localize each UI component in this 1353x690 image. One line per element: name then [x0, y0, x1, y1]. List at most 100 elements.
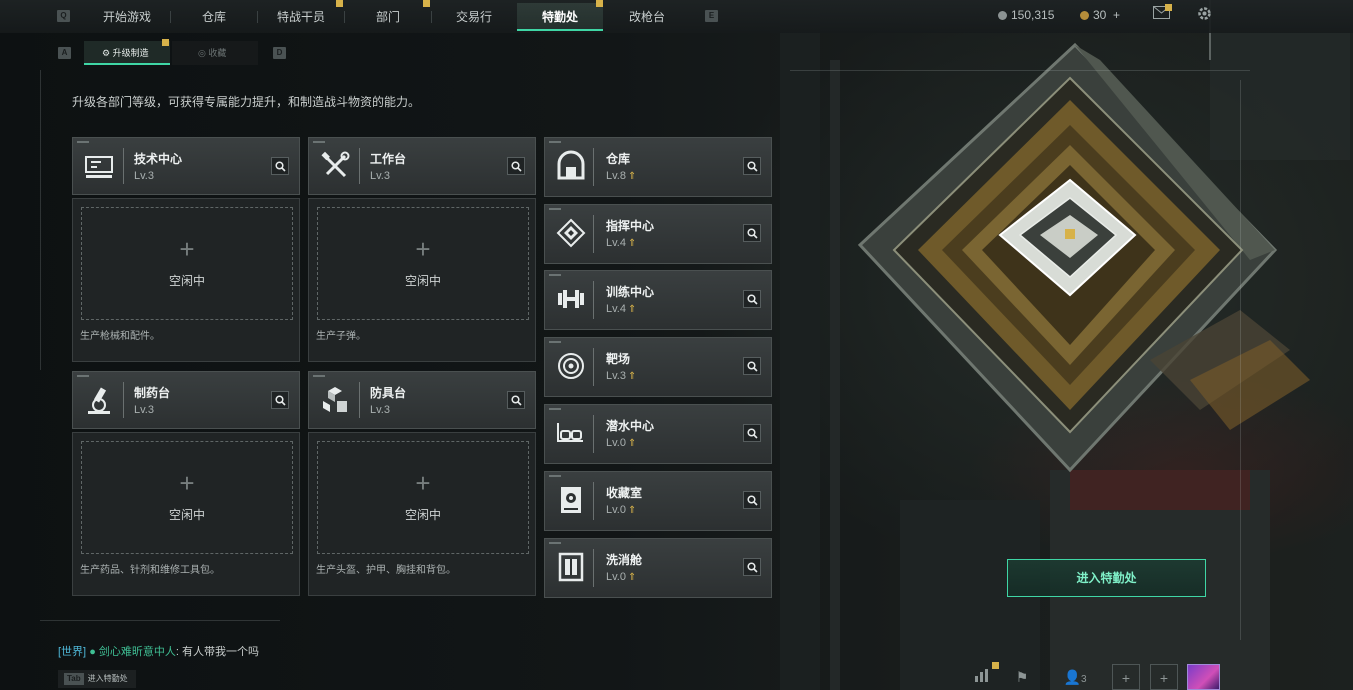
- subtab-collection-label: 收藏: [208, 48, 227, 58]
- add-icon: +: [415, 234, 431, 264]
- search-icon: [747, 428, 758, 439]
- production-slot[interactable]: + 空闲中: [81, 441, 293, 554]
- production-slot-panel: + 空闲中 生产药品、针剂和维修工具包。: [72, 432, 300, 596]
- ticket-amount: 30: [1093, 8, 1107, 22]
- add-party-slot-button[interactable]: +: [1112, 664, 1140, 690]
- tab-start-game[interactable]: 开始游戏: [84, 3, 170, 31]
- search-icon: [747, 161, 758, 172]
- department-card-workbench[interactable]: 工作台 Lv.3: [308, 137, 536, 195]
- department-card-collection-room[interactable]: 收藏室 Lv.0 ⇑: [544, 471, 772, 531]
- card-level: Lv.3: [134, 170, 154, 182]
- search-button[interactable]: [743, 424, 761, 442]
- card-title: 工作台: [370, 152, 407, 166]
- department-card-armor-bench[interactable]: 防具台 Lv.3: [308, 371, 536, 429]
- level-text: Lv.0: [606, 571, 626, 583]
- department-card-command-center[interactable]: 指挥中心 Lv.4 ⇑: [544, 204, 772, 264]
- level-text: Lv.8: [606, 170, 626, 182]
- tab-warehouse[interactable]: 仓库: [171, 3, 257, 31]
- tools-icon: [321, 151, 350, 178]
- ticket-icon: [1080, 11, 1089, 20]
- card-level: Lv.3 ⇑: [606, 370, 636, 382]
- department-card-tech-center[interactable]: 技术中心 Lv.3: [72, 137, 300, 195]
- search-button[interactable]: [743, 558, 761, 576]
- subtab-upgrade-craft-label: 升级制造: [112, 48, 149, 58]
- notification-flag: [336, 0, 343, 7]
- add-currency-button[interactable]: +: [1113, 8, 1120, 22]
- card-level: Lv.0 ⇑: [606, 571, 636, 583]
- target-icon: [558, 353, 584, 379]
- search-button[interactable]: [743, 157, 761, 175]
- search-icon: [747, 562, 758, 573]
- department-card-pharmacy[interactable]: 制药台 Lv.3: [72, 371, 300, 429]
- card-divider: [593, 348, 594, 386]
- tab-gunsmith[interactable]: 改枪台: [604, 3, 690, 31]
- search-button[interactable]: [743, 290, 761, 308]
- search-button[interactable]: [743, 491, 761, 509]
- notification-flag: [423, 0, 430, 7]
- upgrade-arrow-icon: ⇑: [627, 438, 637, 449]
- tab-hint-label: 进入特勤处: [87, 674, 128, 683]
- card-level: Lv.4 ⇑: [606, 303, 636, 315]
- friends-button[interactable]: 👤3: [1058, 664, 1092, 690]
- card-level: Lv.4 ⇑: [606, 237, 636, 249]
- card-divider: [593, 415, 594, 453]
- card-divider: [593, 148, 594, 186]
- card-corner: [549, 141, 561, 143]
- diving-mask-icon: [557, 423, 583, 442]
- search-button[interactable]: [507, 391, 525, 409]
- department-card-decon-pod[interactable]: 洗消舱 Lv.0 ⇑: [544, 538, 772, 598]
- enter-special-ops-button[interactable]: 进入特勤处: [1007, 559, 1206, 597]
- card-title: 洗消舱: [606, 553, 643, 567]
- search-button[interactable]: [271, 157, 289, 175]
- production-slot-panel: + 空闲中 生产头盔、护甲、胸挂和背包。: [308, 432, 536, 596]
- slot-status: 空闲中: [168, 274, 205, 288]
- d-key-hint: D: [273, 47, 286, 59]
- warehouse-icon: [557, 150, 585, 180]
- department-card-warehouse[interactable]: 仓库 Lv.8 ⇑: [544, 137, 772, 197]
- card-title: 训练中心: [606, 285, 655, 299]
- frame-line-left: [40, 70, 41, 370]
- card-level: Lv.0 ⇑: [606, 504, 636, 516]
- avatar[interactable]: [1187, 664, 1220, 690]
- chat-sender: 剑心难昕意中人: [98, 646, 176, 658]
- tab-special-ops[interactable]: 特勤处: [517, 3, 603, 31]
- card-corner: [77, 375, 89, 377]
- tab-trading[interactable]: 交易行: [432, 3, 516, 31]
- card-corner: [77, 141, 89, 143]
- subtab-upgrade-craft[interactable]: ⚙ 升级制造: [84, 41, 170, 65]
- tab-enter-hint[interactable]: Tab 进入特勤处: [58, 670, 136, 688]
- search-button[interactable]: [271, 391, 289, 409]
- vault-icon: [561, 487, 581, 513]
- upgrade-arrow-icon: ⇑: [627, 371, 637, 382]
- add-party-slot-button[interactable]: +: [1150, 664, 1178, 690]
- card-level: Lv.3: [370, 170, 390, 182]
- department-card-training-center[interactable]: 训练中心 Lv.4 ⇑: [544, 270, 772, 330]
- search-icon: [747, 361, 758, 372]
- production-slot[interactable]: + 空闲中: [317, 207, 529, 320]
- search-button[interactable]: [743, 224, 761, 242]
- frame-line-right: [1240, 80, 1241, 640]
- flag-icon[interactable]: ⚑: [1008, 664, 1036, 690]
- slot-description: 生产药品、针剂和维修工具包。: [80, 565, 220, 576]
- ticket-balance: 30: [1080, 8, 1106, 22]
- subtab-collection[interactable]: ◎ 收藏: [172, 41, 258, 65]
- chat-line[interactable]: [世界] ● 剑心难昕意中人: 有人带我一个吗: [58, 643, 259, 659]
- gear-icon[interactable]: [1196, 5, 1213, 26]
- search-button[interactable]: [743, 357, 761, 375]
- search-button[interactable]: [507, 157, 525, 175]
- microscope-icon: [88, 387, 110, 414]
- card-corner: [313, 375, 325, 377]
- production-slot[interactable]: + 空闲中: [81, 207, 293, 320]
- friends-icon: 👤: [1063, 669, 1081, 685]
- search-icon: [747, 294, 758, 305]
- tab-operators[interactable]: 特战干员: [258, 3, 344, 31]
- computer-icon: [85, 156, 113, 178]
- slot-description: 生产头盔、护甲、胸挂和背包。: [316, 565, 456, 576]
- department-card-diving-center[interactable]: 潜水中心 Lv.0 ⇑: [544, 404, 772, 464]
- production-slot[interactable]: + 空闲中: [317, 441, 529, 554]
- upgrade-arrow-icon: ⇑: [627, 171, 637, 182]
- chat-channel: [世界]: [58, 646, 87, 658]
- department-card-shooting-range[interactable]: 靶场 Lv.3 ⇑: [544, 337, 772, 397]
- tab-departments[interactable]: 部门: [345, 3, 431, 31]
- add-icon: +: [179, 468, 195, 498]
